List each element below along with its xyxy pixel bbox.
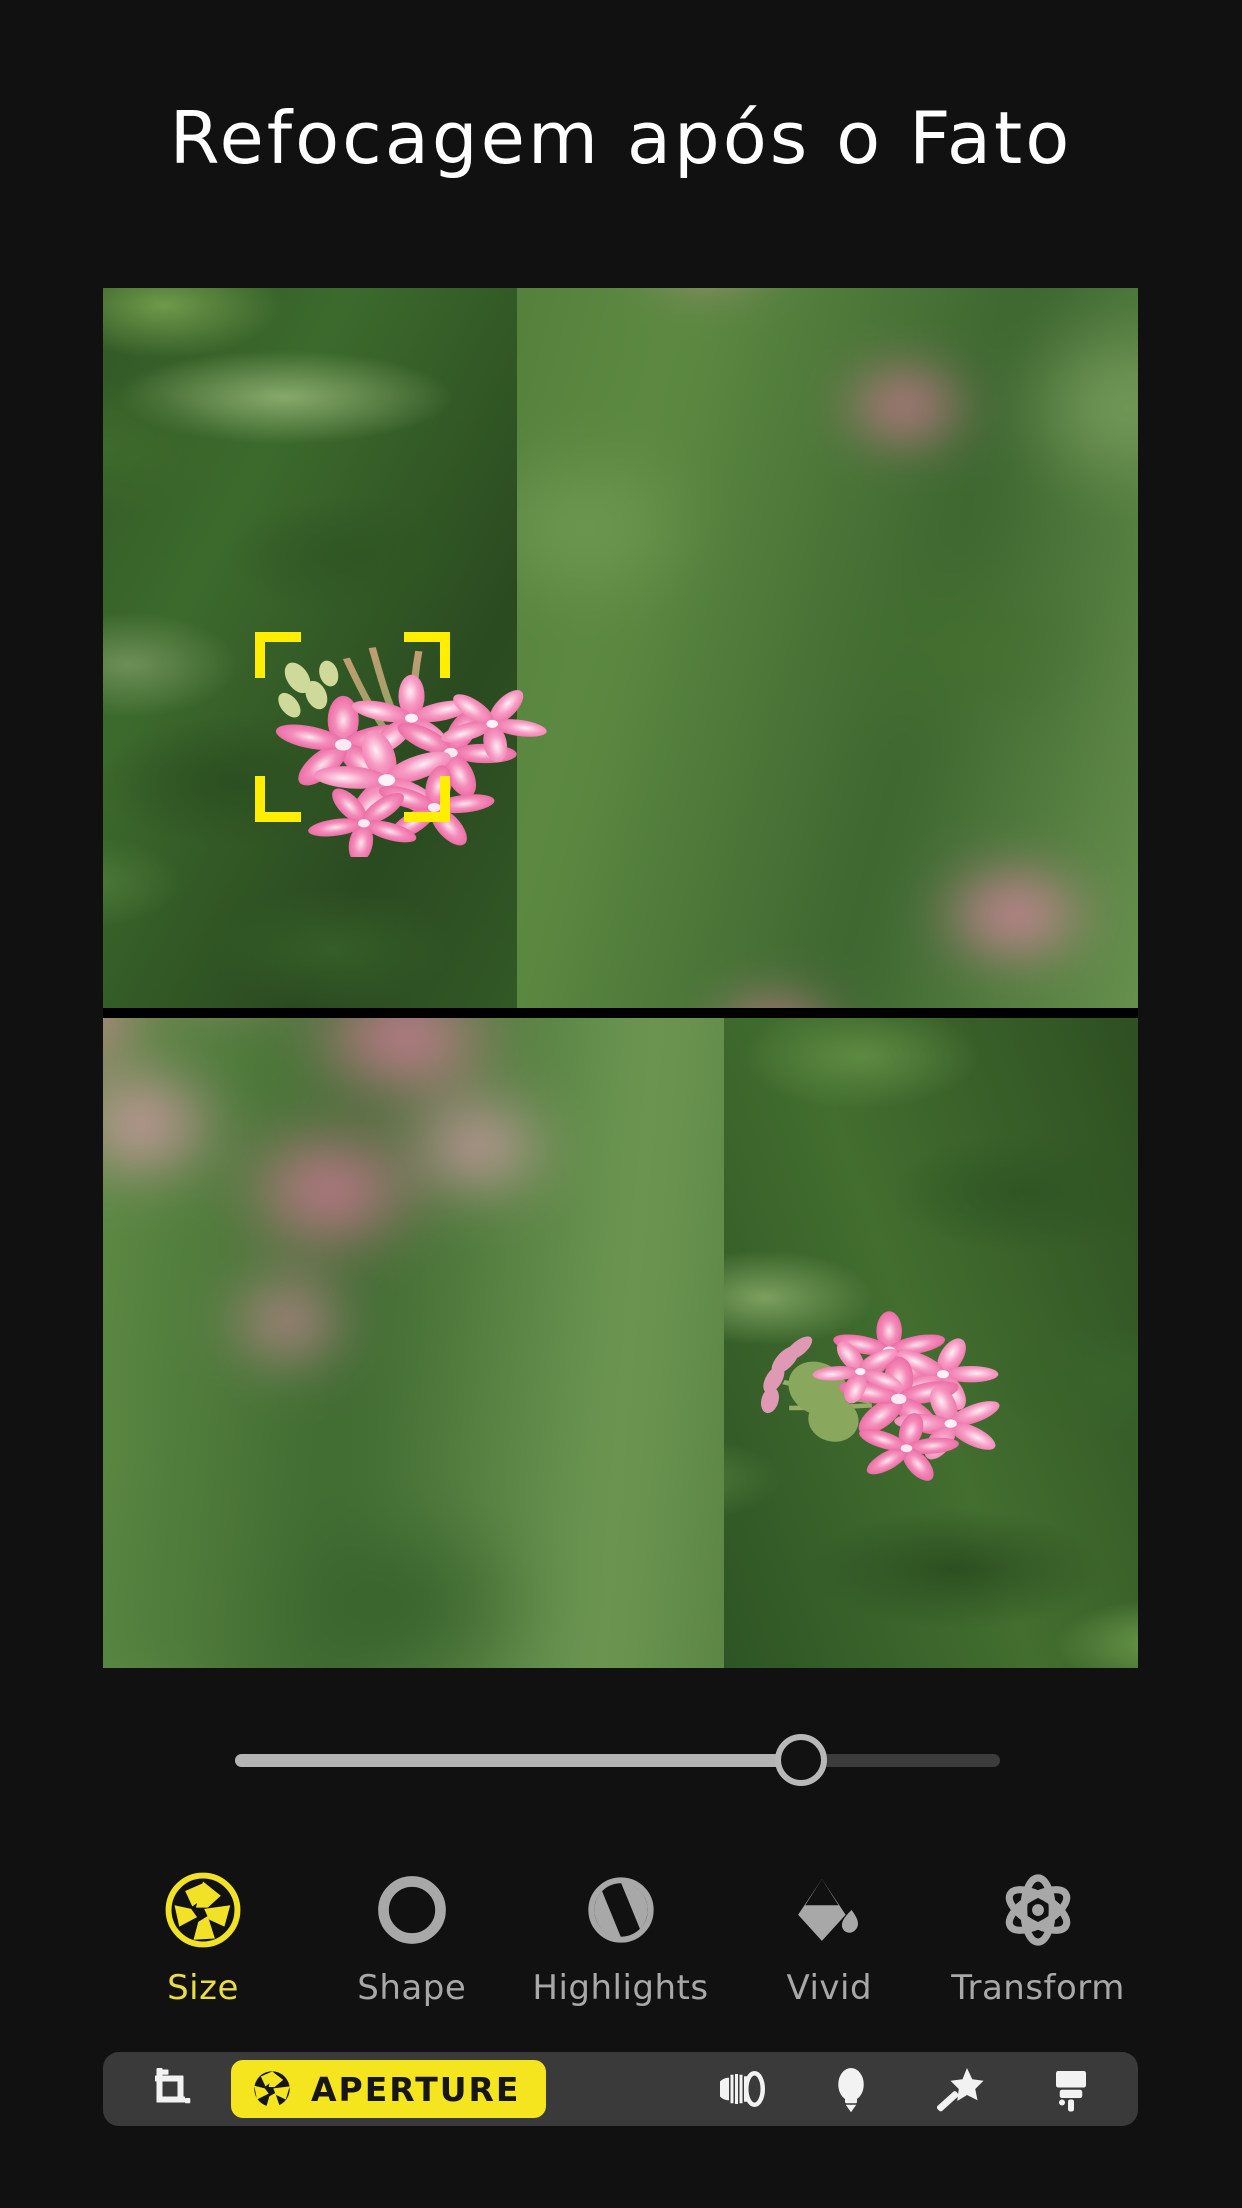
tool-label: Shape bbox=[357, 1968, 467, 2008]
tool-item-highlights[interactable]: Highlights bbox=[521, 1872, 721, 2008]
lightbulb-icon bbox=[838, 2068, 864, 2113]
tool-item-transform[interactable]: Transform bbox=[938, 1872, 1138, 2008]
crop-button[interactable] bbox=[115, 2060, 225, 2118]
slider-track-fill bbox=[235, 1754, 802, 1767]
magic-button[interactable] bbox=[906, 2060, 1016, 2118]
lens-button[interactable] bbox=[686, 2060, 796, 2118]
lens-icon bbox=[720, 2071, 765, 2107]
tool-label: Transform bbox=[951, 1968, 1125, 2008]
bottom-toolbar: APERTURE bbox=[103, 2052, 1138, 2126]
light-button[interactable] bbox=[796, 2060, 906, 2118]
brush-button[interactable] bbox=[1016, 2060, 1126, 2118]
before-photo-image bbox=[103, 288, 1138, 1008]
slider-thumb[interactable] bbox=[775, 1734, 828, 1786]
tool-item-vivid[interactable]: Vivid bbox=[729, 1872, 929, 2008]
brush-icon bbox=[1056, 2071, 1086, 2112]
aperture-button-label: APERTURE bbox=[311, 2069, 521, 2109]
crop-icon bbox=[155, 2068, 191, 2104]
aperture-size-slider[interactable] bbox=[235, 1727, 1000, 1795]
aperture-icon bbox=[165, 1872, 241, 1948]
in-focus-flower-cluster bbox=[745, 1304, 1014, 1499]
tool-item-shape[interactable]: Shape bbox=[312, 1872, 512, 2008]
tool-label: Size bbox=[167, 1968, 239, 2008]
pane-divider bbox=[103, 1008, 1138, 1018]
atom-icon bbox=[1000, 1872, 1076, 1948]
circle-outline-icon bbox=[374, 1872, 450, 1948]
after-photo-pane[interactable] bbox=[103, 1018, 1138, 1668]
tool-item-size[interactable]: Size bbox=[103, 1872, 303, 2008]
photo-comparison-stack bbox=[103, 288, 1138, 1668]
magic-wand-icon bbox=[937, 2068, 984, 2112]
aperture-icon bbox=[254, 2071, 290, 2108]
tool-label: Vivid bbox=[786, 1968, 873, 2008]
aperture-button[interactable]: APERTURE bbox=[231, 2060, 547, 2118]
paint-drop-icon bbox=[791, 1872, 867, 1948]
tool-label: Highlights bbox=[532, 1968, 709, 2008]
page-title: Refocagem após o Fato bbox=[169, 96, 1073, 180]
in-focus-flower-cluster bbox=[248, 626, 559, 864]
before-photo-pane[interactable] bbox=[103, 288, 1138, 1008]
after-photo-image bbox=[103, 1018, 1138, 1668]
highlights-circle-icon bbox=[583, 1872, 659, 1948]
aperture-tool-row: Size Shape Highlights Vivid Transform bbox=[103, 1872, 1138, 2032]
